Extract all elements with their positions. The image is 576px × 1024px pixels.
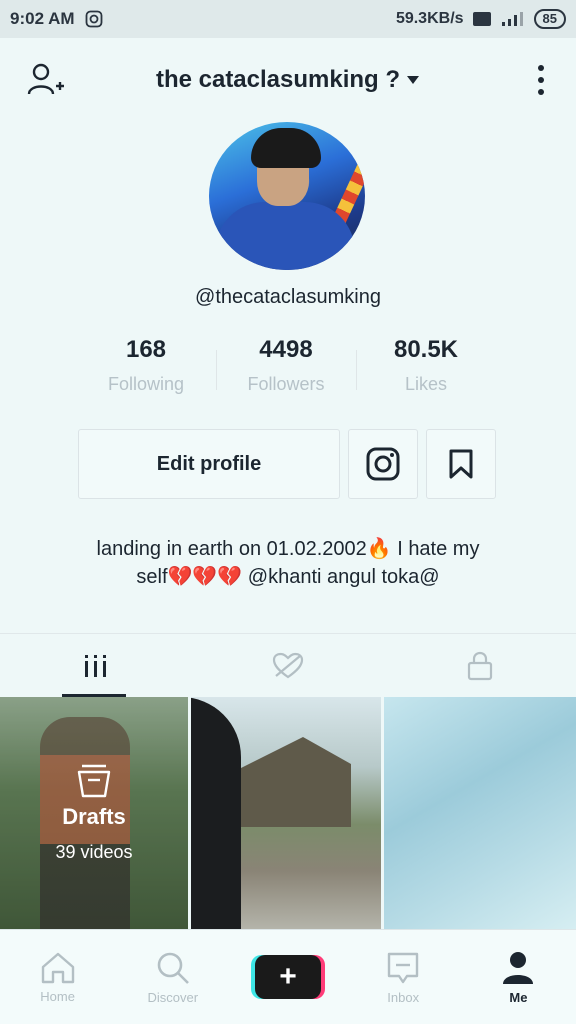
instagram-icon [366, 447, 400, 481]
avatar-shirt [215, 202, 355, 270]
add-user-icon[interactable] [26, 62, 66, 98]
network-speed: 59.3KB/s [395, 10, 464, 27]
nav-create[interactable]: + [230, 930, 345, 1024]
video-thumbnail[interactable] [384, 697, 576, 929]
stat-label: Likes [404, 374, 448, 394]
volte-icon [472, 12, 491, 26]
avatar[interactable] [209, 122, 365, 270]
bio-line: landing in earth on 01.02.2002🔥 I hate m… [96, 538, 480, 560]
nav-label: Inbox [387, 989, 420, 1005]
tab-liked[interactable] [192, 634, 384, 697]
profile-actions: Edit profile [78, 429, 496, 499]
stat-label: Followers [247, 374, 325, 394]
stat-following[interactable]: 168 Following [76, 336, 216, 395]
video-thumbnail-hut [231, 737, 351, 827]
status-time: 9:02 AM [10, 9, 75, 28]
drafts-title: Drafts [62, 803, 126, 829]
avatar-hair [251, 128, 321, 168]
signal-icon [501, 12, 523, 26]
nav-label: Home [40, 988, 75, 1004]
account-switcher[interactable]: the cataclasumking ? [156, 66, 420, 94]
tab-videos[interactable] [0, 634, 192, 697]
page-title: the cataclasumking ? [155, 66, 401, 93]
edit-profile-button[interactable]: Edit profile [78, 429, 340, 499]
hidden-heart-icon [272, 652, 304, 678]
instagram-notification-icon [85, 10, 102, 28]
stat-likes[interactable]: 80.5K Likes [356, 336, 496, 395]
bookmark-icon [449, 449, 473, 479]
lock-icon [467, 651, 493, 680]
plus-icon: + [279, 960, 297, 993]
nav-label: Discover [147, 989, 199, 1005]
stat-value: 168 [125, 336, 167, 363]
instagram-button[interactable] [348, 429, 418, 499]
nav-label: Me [509, 989, 528, 1005]
nav-discover[interactable]: Discover [115, 930, 230, 1024]
content-tabs [0, 633, 576, 697]
bio-line: self💔💔💔 @khanti angul toka@ [136, 566, 440, 588]
stat-label: Following [107, 374, 185, 394]
video-thumbnail-mirror [191, 697, 241, 929]
battery-indicator: 85 [533, 9, 566, 29]
more-options-icon[interactable] [536, 64, 546, 96]
profile-icon [503, 951, 534, 984]
status-bar: 9:02 AM 59.3KB/s 85 [0, 0, 576, 38]
profile-stats: 168 Following 4498 Followers 80.5K Likes [76, 336, 496, 395]
drafts-count: 39 videos [55, 841, 133, 862]
nav-home[interactable]: Home [0, 930, 115, 1024]
profile-username: @thecataclasumking [195, 286, 381, 308]
video-grid: Drafts 39 videos [0, 697, 576, 929]
stat-value: 4498 [259, 336, 313, 363]
search-icon [157, 952, 189, 984]
stat-value: 80.5K [393, 336, 459, 363]
grid-icon [85, 654, 106, 677]
caret-down-icon [407, 76, 420, 84]
drafts-overlay: Drafts 39 videos [0, 697, 188, 929]
video-thumbnail[interactable] [191, 697, 381, 929]
nav-inbox[interactable]: Inbox [346, 930, 461, 1024]
favorites-button[interactable] [426, 429, 496, 499]
stat-followers[interactable]: 4498 Followers [216, 336, 356, 395]
profile-bio: landing in earth on 01.02.2002🔥 I hate m… [40, 535, 536, 591]
profile-header: the cataclasumking ? [0, 38, 576, 122]
home-icon [41, 952, 74, 983]
drafts-box-icon [77, 764, 111, 797]
tab-private[interactable] [384, 634, 576, 697]
bottom-navigation: Home Discover + Inbox Me [0, 929, 576, 1024]
nav-me[interactable]: Me [461, 930, 576, 1024]
create-button[interactable]: + [255, 955, 321, 999]
drafts-tile[interactable]: Drafts 39 videos [0, 697, 188, 929]
inbox-icon [388, 952, 419, 983]
